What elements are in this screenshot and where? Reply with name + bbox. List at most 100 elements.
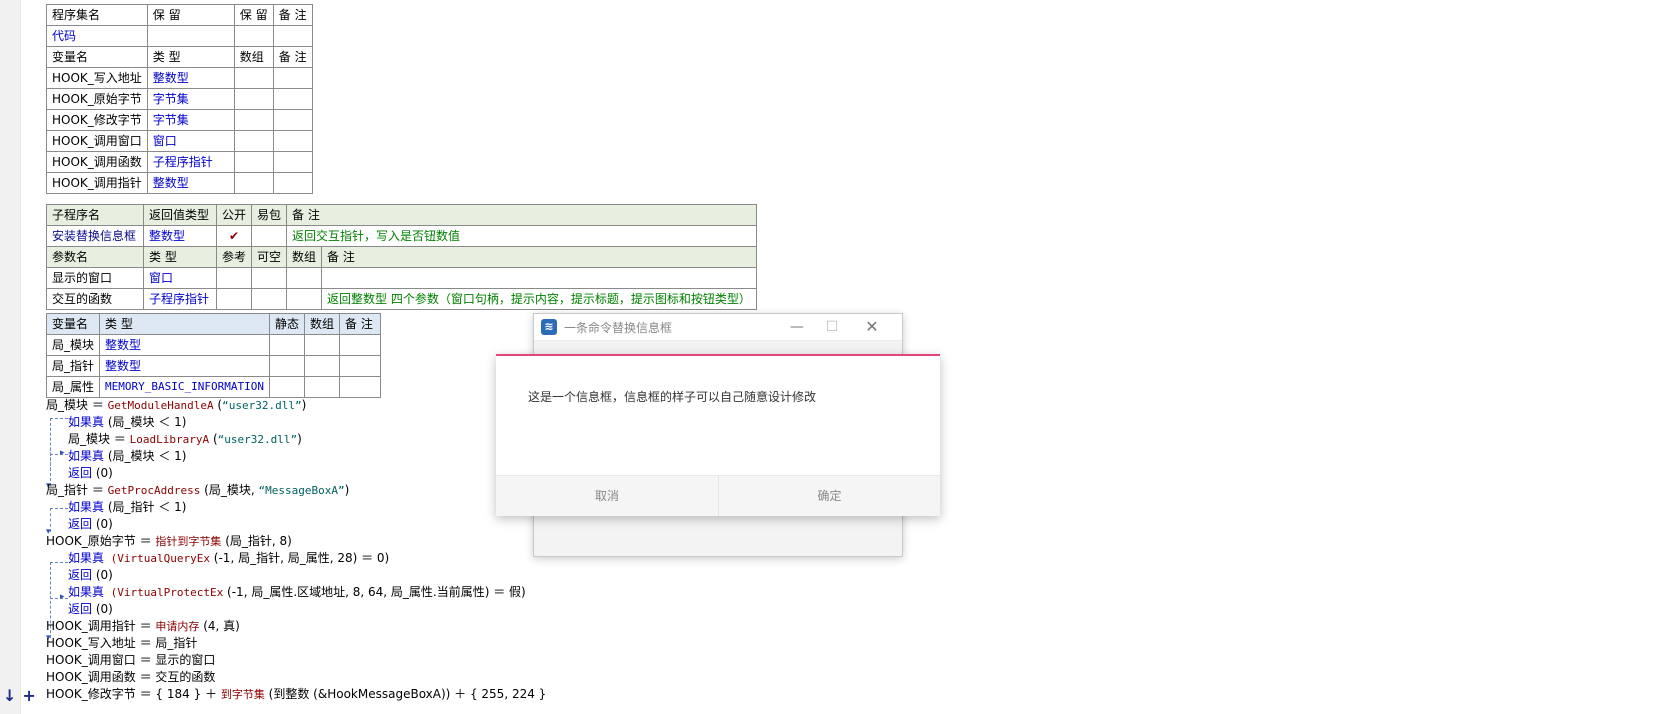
code-line[interactable]: 如果真 (VirtualProtectEx (-1, 局_属性.区域地址, 8,… <box>68 583 526 601</box>
cell[interactable] <box>146 25 235 47</box>
code-line[interactable]: 返回 (0) <box>68 566 113 584</box>
code-line[interactable]: 局_指针 ＝ GetProcAddress (局_模块, “MessageBox… <box>46 481 349 499</box>
ok-button[interactable]: 确定 <box>719 476 940 516</box>
cell[interactable] <box>251 225 288 247</box>
cell[interactable] <box>233 67 274 89</box>
code-line[interactable]: 如果真 (局_模块 ＜ 1) <box>68 413 186 431</box>
param-type[interactable]: 窗口 <box>143 267 217 289</box>
custom-message-dialog[interactable]: 这是一个信息框，信息框的样子可以自己随意设计修改 取消 确定 <box>496 354 940 516</box>
cell[interactable] <box>233 109 274 131</box>
public-check-icon[interactable]: ✔ <box>215 225 253 247</box>
sub-row[interactable]: 安装替换信息框 整数型 ✔ 返回交互指针，写入是否钮数值 <box>46 225 757 247</box>
cell[interactable] <box>251 288 288 310</box>
cell[interactable] <box>272 130 313 152</box>
sub-return-type[interactable]: 整数型 <box>143 225 217 247</box>
cell[interactable] <box>272 67 313 89</box>
cell[interactable] <box>233 151 274 173</box>
param-remark[interactable]: 返回整数型 四个参数（窗口句柄，提示内容，提示标题，提示图标和按钮类型） <box>321 288 757 310</box>
cell[interactable] <box>286 267 323 289</box>
code-line[interactable]: 如果真 (局_模块 ＜ 1) <box>68 447 186 465</box>
code-line[interactable]: HOOK_修改字节 ＝ { 184 } ＋ 到字节集 (到整数 (&HookMe… <box>46 685 546 703</box>
cancel-button[interactable]: 取消 <box>496 476 719 516</box>
code-line[interactable]: HOOK_调用窗口 ＝ 显示的窗口 <box>46 651 215 669</box>
table-row[interactable]: 交互的函数 子程序指针 返回整数型 四个参数（窗口句柄，提示内容，提示标题，提示… <box>46 288 757 310</box>
code-line[interactable]: 局_模块 ＝ GetModuleHandleA (“user32.dll”) <box>46 396 306 414</box>
local-var-type[interactable]: 整数型 <box>99 334 270 356</box>
cell[interactable] <box>251 267 288 289</box>
maximize-icon[interactable]: ☐ <box>817 316 847 338</box>
code-line[interactable]: HOOK_原始字节 ＝ 指针到字节集 (局_指针, 8) <box>46 532 292 550</box>
var-type[interactable]: 字节集 <box>146 109 235 131</box>
window-titlebar[interactable]: ≋ 一条命令替换信息框 — ☐ ✕ <box>534 314 902 341</box>
param-name[interactable]: 显示的窗口 <box>46 267 144 289</box>
table-row[interactable]: HOOK_写入地址 整数型 <box>46 67 313 89</box>
local-var-name[interactable]: 局_指针 <box>45 355 101 377</box>
var-name[interactable]: HOOK_原始字节 <box>46 88 148 110</box>
table-row[interactable]: HOOK_调用函数 子程序指针 <box>46 151 313 173</box>
cell[interactable] <box>233 25 274 47</box>
cell[interactable] <box>272 88 313 110</box>
sub-remark[interactable]: 返回交互指针，写入是否钮数值 <box>286 225 757 247</box>
cell[interactable] <box>339 376 381 398</box>
table-row[interactable]: HOOK_调用指针 整数型 <box>46 172 313 194</box>
table-row[interactable]: 局_指针 整数型 <box>45 355 381 377</box>
code-line[interactable]: 返回 (0) <box>68 464 113 482</box>
minimize-icon[interactable]: — <box>782 316 812 338</box>
gutter-marks[interactable]: ↓+ <box>3 686 42 705</box>
cell[interactable] <box>268 334 305 356</box>
cell[interactable] <box>303 376 341 398</box>
cell[interactable] <box>215 267 253 289</box>
cell[interactable] <box>286 288 323 310</box>
code-line[interactable]: HOOK_调用指针 ＝ 申请内存 (4, 真) <box>46 617 240 635</box>
local-var-type[interactable]: MEMORY_BASIC_INFORMATION <box>99 376 270 398</box>
code-text: (0) <box>92 517 113 531</box>
code-line[interactable]: 如果真 (VirtualQueryEx (-1, 局_指针, 局_属性, 28)… <box>68 549 389 567</box>
cell[interactable] <box>233 88 274 110</box>
local-var-type[interactable]: 整数型 <box>99 355 270 377</box>
close-icon[interactable]: ✕ <box>857 316 887 338</box>
code-line[interactable]: 局_模块 ＝ LoadLibraryA (“user32.dll”) <box>68 430 302 448</box>
var-type[interactable]: 子程序指针 <box>146 151 235 173</box>
table-row[interactable]: HOOK_调用窗口 窗口 <box>46 130 313 152</box>
cell[interactable] <box>268 355 305 377</box>
cell[interactable] <box>215 288 253 310</box>
var-name[interactable]: HOOK_调用窗口 <box>46 130 148 152</box>
param-type[interactable]: 子程序指针 <box>143 288 217 310</box>
sub-name[interactable]: 安装替换信息框 <box>46 225 144 247</box>
code-line[interactable]: HOOK_写入地址 ＝ 局_指针 <box>46 634 197 652</box>
code-line[interactable]: 返回 (0) <box>68 600 113 618</box>
cell[interactable] <box>303 355 341 377</box>
param-remark[interactable] <box>321 267 757 289</box>
table-row[interactable]: HOOK_原始字节 字节集 <box>46 88 313 110</box>
var-name[interactable]: HOOK_写入地址 <box>46 67 148 89</box>
table-row[interactable]: 局_属性 MEMORY_BASIC_INFORMATION <box>45 376 381 398</box>
cell[interactable] <box>272 151 313 173</box>
cell[interactable] <box>303 334 341 356</box>
var-type[interactable]: 整数型 <box>146 172 235 194</box>
assembly-name[interactable]: 代码 <box>46 25 148 47</box>
cell[interactable] <box>272 25 313 47</box>
local-var-name[interactable]: 局_属性 <box>45 376 101 398</box>
cell[interactable] <box>233 172 274 194</box>
cell[interactable] <box>272 109 313 131</box>
var-name[interactable]: HOOK_调用指针 <box>46 172 148 194</box>
local-var-name[interactable]: 局_模块 <box>45 334 101 356</box>
cell[interactable] <box>233 130 274 152</box>
table-row[interactable]: HOOK_修改字节 字节集 <box>46 109 313 131</box>
assembly-name-row[interactable]: 代码 <box>46 25 313 47</box>
cell[interactable] <box>339 355 381 377</box>
var-name[interactable]: HOOK_调用函数 <box>46 151 148 173</box>
table-row[interactable]: 显示的窗口 窗口 <box>46 267 757 289</box>
code-line[interactable]: 返回 (0) <box>68 515 113 533</box>
code-line[interactable]: HOOK_调用函数 ＝ 交互的函数 <box>46 668 215 686</box>
code-line[interactable]: 如果真 (局_指针 ＜ 1) <box>68 498 186 516</box>
var-type[interactable]: 窗口 <box>146 130 235 152</box>
var-type[interactable]: 字节集 <box>146 88 235 110</box>
cell[interactable] <box>339 334 381 356</box>
var-name[interactable]: HOOK_修改字节 <box>46 109 148 131</box>
param-name[interactable]: 交互的函数 <box>46 288 144 310</box>
table-row[interactable]: 局_模块 整数型 <box>45 334 381 356</box>
cell[interactable] <box>272 172 313 194</box>
var-type[interactable]: 整数型 <box>146 67 235 89</box>
cell[interactable] <box>268 376 305 398</box>
